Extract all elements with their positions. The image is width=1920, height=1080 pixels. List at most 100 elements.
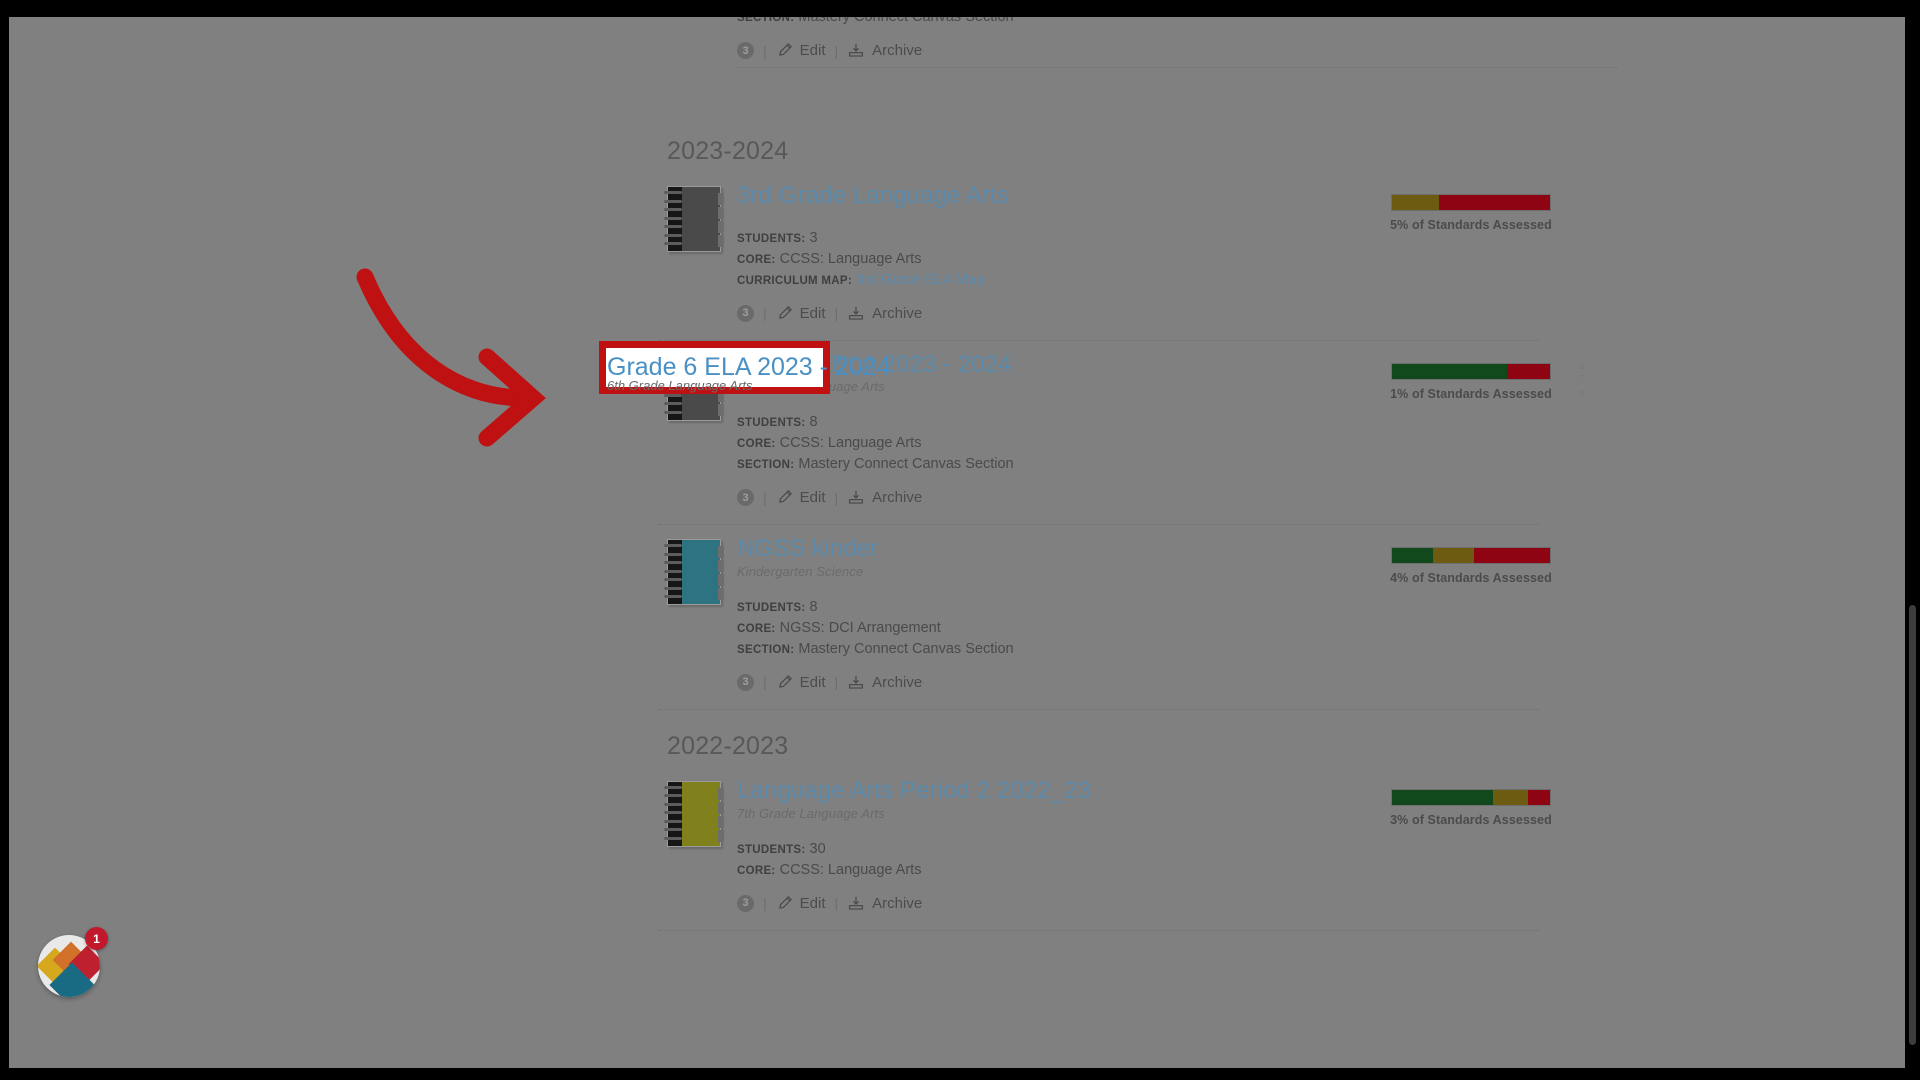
archive-icon bbox=[847, 305, 865, 322]
course-meta: STUDENTS: 8 CORE: NGSS: DCI Arrangement SE… bbox=[737, 597, 1539, 660]
assessment-count-badge[interactable]: 3 bbox=[737, 42, 754, 60]
extra-label: CURRICULUM MAP: bbox=[737, 274, 853, 287]
course-title-link[interactable]: NGSS kinder bbox=[737, 535, 878, 563]
course-row: Language Arts Period 2 2022_23 7th Grade … bbox=[659, 767, 1552, 922]
progress-bar bbox=[1391, 788, 1551, 806]
core: CORE: NGSS: DCI Arrangement bbox=[737, 618, 1539, 639]
course-notebook-icon[interactable] bbox=[664, 539, 725, 609]
extra: SECTION: Mastery Connect Canvas Section bbox=[737, 454, 1539, 475]
action-separator: | bbox=[834, 895, 839, 912]
progress-segment bbox=[1433, 548, 1475, 564]
course-meta: STUDENTS: 30 CORE: CCSS: Language Arts bbox=[737, 839, 1539, 881]
vertical-scrollbar[interactable] bbox=[1909, 605, 1916, 1045]
pencil-icon bbox=[776, 895, 793, 912]
notebook-tabs bbox=[718, 546, 724, 601]
course-notebook-icon[interactable] bbox=[664, 780, 725, 851]
section-value: Mastery Connect Canvas Section bbox=[798, 17, 1014, 26]
edit-button[interactable]: Edit bbox=[776, 489, 826, 506]
standards-progress: 5% of Standards Assessed bbox=[1381, 194, 1561, 232]
students-label: STUDENTS: bbox=[737, 601, 806, 614]
edit-button[interactable]: Edit bbox=[776, 895, 826, 912]
progress-segment bbox=[1392, 789, 1494, 805]
course-meta: STUDENTS: 3 CORE: CCSS: Language Arts CURR… bbox=[737, 228, 1539, 291]
core-value: CCSS: Language Arts bbox=[779, 250, 922, 267]
action-separator: | bbox=[763, 674, 767, 691]
course-row: 3rd Grade Language Arts STUDENTS: 3 CORE: … bbox=[659, 172, 1552, 332]
edit-button[interactable]: Edit bbox=[776, 42, 826, 59]
archive-button[interactable]: Archive bbox=[847, 305, 922, 322]
edit-label: Edit bbox=[799, 489, 826, 507]
pencil-icon bbox=[776, 674, 793, 691]
notebook-tabs bbox=[718, 193, 724, 247]
action-separator: | bbox=[834, 489, 839, 506]
archive-icon bbox=[847, 895, 865, 912]
course-actions: 3 | Edit | Archive bbox=[737, 304, 1539, 322]
assessment-count-badge[interactable]: 3 bbox=[737, 489, 754, 507]
progress-segment bbox=[1474, 548, 1550, 564]
students: STUDENTS: 8 bbox=[737, 412, 1539, 433]
students-label: STUDENTS: bbox=[737, 417, 806, 430]
notebook-rings bbox=[664, 191, 684, 249]
highlight-subtitle: 6th Grade Language Arts bbox=[607, 378, 753, 393]
core: CORE: CCSS: Language Arts bbox=[737, 249, 1539, 270]
standards-progress: 3% of Standards Assessed bbox=[1381, 788, 1561, 827]
archive-button[interactable]: Archive bbox=[847, 42, 922, 59]
course-title-link[interactable]: Language Arts Period 2 2022_23 bbox=[737, 777, 1091, 805]
archive-label: Archive bbox=[872, 894, 923, 912]
edit-label: Edit bbox=[799, 42, 826, 60]
extra: CURRICULUM MAP: 3rd Grade ELA Map bbox=[737, 270, 1539, 291]
notification-badge[interactable]: 1 bbox=[85, 927, 108, 950]
partial-course-top: STUDENTS: 8 CORE: CCSS: Language Arts SE… bbox=[659, 17, 1617, 69]
pencil-icon bbox=[776, 42, 793, 59]
archive-button[interactable]: Archive bbox=[847, 674, 922, 691]
core-label: CORE: bbox=[737, 438, 776, 451]
archive-label: Archive bbox=[872, 673, 923, 691]
assessment-count-badge[interactable]: 3 bbox=[737, 894, 754, 912]
section-line: SECTION: Mastery Connect Canvas Section bbox=[737, 17, 1539, 28]
progress-segment bbox=[1392, 548, 1434, 564]
arrow-down-icon[interactable]: ▼ bbox=[1573, 387, 1591, 401]
screen-root: STUDENTS: 8 CORE: CCSS: Language Arts SE… bbox=[0, 0, 1920, 1080]
edit-button[interactable]: Edit bbox=[776, 305, 826, 322]
archive-button[interactable]: Archive bbox=[847, 895, 922, 912]
extra-value: Mastery Connect Canvas Section bbox=[798, 640, 1014, 657]
assessment-count-badge[interactable]: 3 bbox=[737, 304, 754, 322]
course-notebook-icon[interactable] bbox=[664, 186, 725, 256]
archive-button[interactable]: Archive bbox=[847, 489, 922, 506]
assessment-count-badge[interactable]: 3 bbox=[737, 673, 754, 691]
row-reorder-controls[interactable]: ▲ ☰ ▼ bbox=[1573, 359, 1591, 401]
action-separator: | bbox=[834, 305, 839, 322]
pencil-icon bbox=[776, 489, 793, 506]
core-label: CORE: bbox=[737, 253, 776, 266]
core-value: NGSS: DCI Arrangement bbox=[779, 619, 941, 636]
course-sections: 2023-2024 3rd Grade Language Arts STUDENTS… bbox=[659, 137, 1587, 953]
progress-segment bbox=[1507, 363, 1550, 379]
progress-segment bbox=[1527, 789, 1550, 805]
archive-label: Archive bbox=[872, 489, 923, 507]
edit-button[interactable]: Edit bbox=[776, 674, 826, 691]
standards-progress: 1% of Standards Assessed bbox=[1381, 362, 1561, 401]
extra-link[interactable]: 3rd Grade ELA Map bbox=[856, 272, 984, 288]
section-label: SECTION: bbox=[737, 17, 795, 25]
students-value: 8 bbox=[809, 598, 818, 615]
course-title-link[interactable]: 3rd Grade Language Arts bbox=[737, 182, 1009, 210]
pencil-icon bbox=[776, 305, 793, 322]
progress-label: 5% of Standards Assessed bbox=[1390, 218, 1552, 232]
notebook-rings bbox=[664, 544, 684, 602]
menu-icon[interactable]: ☰ bbox=[1573, 373, 1591, 387]
archive-label: Archive bbox=[872, 304, 923, 322]
progress-segment bbox=[1493, 789, 1528, 805]
help-widget[interactable]: 1 bbox=[38, 927, 108, 997]
students: STUDENTS: 30 bbox=[737, 839, 1539, 860]
students-value: 8 bbox=[809, 414, 818, 431]
year-heading: 2023-2024 bbox=[667, 137, 789, 165]
students-label: STUDENTS: bbox=[737, 232, 806, 245]
course-actions: 3 | Edit | Archive bbox=[737, 42, 1539, 60]
action-separator: | bbox=[763, 42, 767, 59]
archive-icon bbox=[847, 674, 865, 691]
arrow-up-icon[interactable]: ▲ bbox=[1573, 359, 1591, 373]
students-value: 3 bbox=[809, 229, 818, 246]
core-value: CCSS: Language Arts bbox=[779, 435, 922, 452]
progress-label: 3% of Standards Assessed bbox=[1390, 812, 1552, 827]
archive-label: Archive bbox=[872, 42, 923, 60]
